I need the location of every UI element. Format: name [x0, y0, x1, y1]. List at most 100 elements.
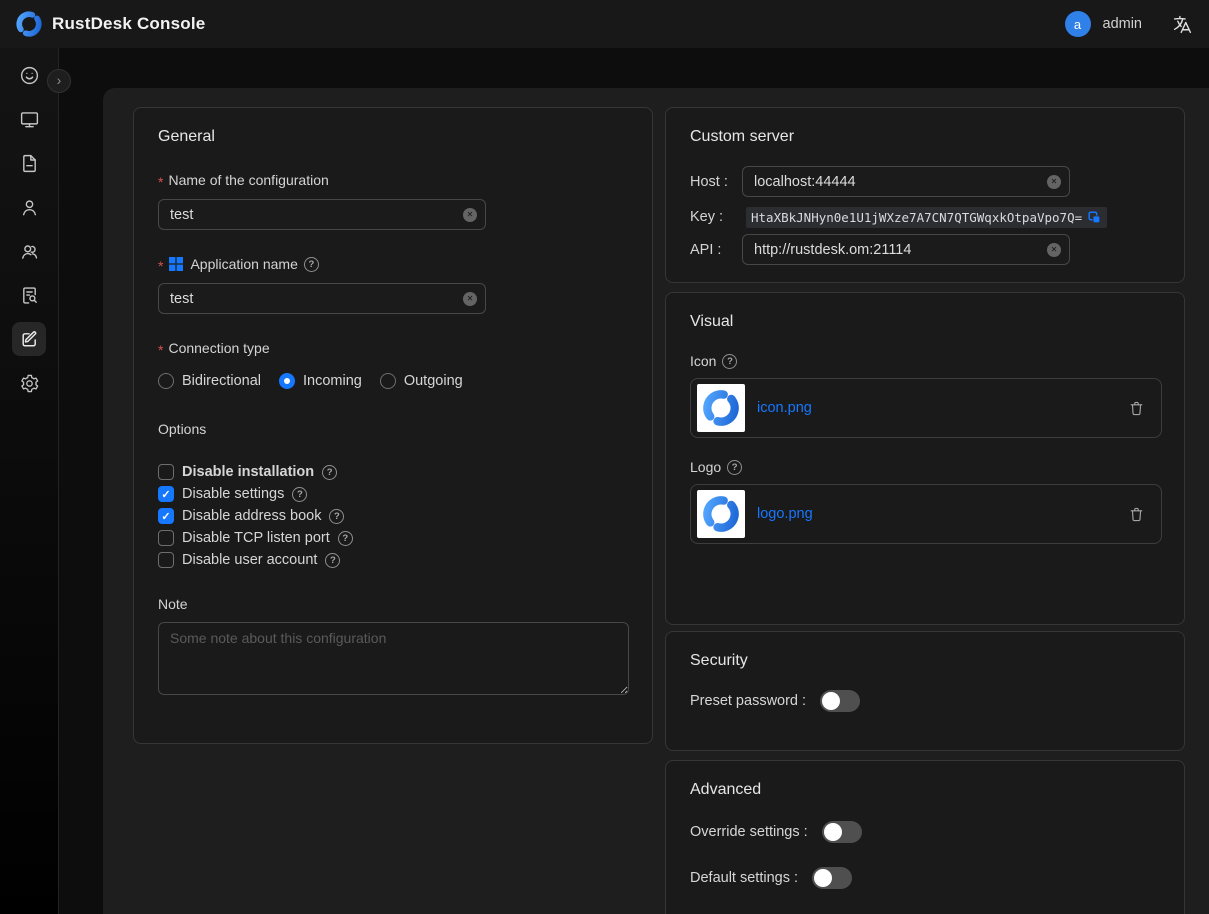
copy-icon[interactable] — [1087, 210, 1102, 225]
smiley-icon — [19, 65, 40, 86]
key-label: Key : — [690, 209, 742, 225]
clear-icon[interactable]: ✕ — [1047, 175, 1061, 189]
chevron-right-icon: › — [57, 73, 62, 87]
username[interactable]: admin — [1103, 16, 1143, 32]
api-input[interactable] — [742, 234, 1070, 265]
sidebar-item-groups[interactable] — [0, 229, 58, 273]
sidebar-collapse-button[interactable]: › — [47, 69, 71, 93]
clear-icon[interactable]: ✕ — [463, 208, 477, 222]
icon-upload-row: icon.png — [690, 378, 1162, 438]
logo-thumbnail — [697, 490, 745, 538]
radio-bidirectional[interactable]: Bidirectional — [158, 373, 261, 389]
visual-card: Visual Icon ? icon.png — [665, 292, 1185, 625]
edit-square-icon — [19, 329, 40, 350]
trash-icon[interactable] — [1128, 400, 1145, 417]
override-settings-toggle[interactable] — [822, 821, 862, 843]
sidebar-item-audit[interactable] — [0, 273, 58, 317]
advanced-title: Advanced — [690, 781, 1160, 799]
radio-incoming[interactable]: Incoming — [279, 373, 362, 389]
icon-thumbnail — [697, 384, 745, 432]
checkbox-icon: ✓ — [158, 530, 174, 546]
clear-icon[interactable]: ✕ — [1047, 243, 1061, 257]
radio-outgoing[interactable]: Outgoing — [380, 373, 463, 389]
note-textarea[interactable] — [158, 622, 629, 695]
icon-upload-label: Icon ? — [690, 353, 1160, 369]
advanced-card: Advanced Override settings : Default set… — [665, 760, 1185, 914]
top-navbar: RustDesk Console a admin — [0, 0, 1209, 48]
options-label: Options — [158, 421, 628, 437]
name-input[interactable] — [158, 199, 486, 230]
checkbox-icon: ✓ — [158, 486, 174, 502]
default-settings-toggle[interactable] — [812, 867, 852, 889]
user-group-icon — [19, 241, 40, 262]
help-icon[interactable]: ? — [329, 509, 344, 524]
app-name-input-wrap: ✕ — [158, 283, 486, 314]
host-label: Host : — [690, 174, 742, 190]
override-settings-label: Override settings : — [690, 824, 808, 840]
api-input-wrap: ✕ — [742, 234, 1070, 265]
note-label: Note — [158, 596, 628, 612]
override-settings-row: Override settings : — [690, 821, 1160, 843]
main-panel: General * Name of the configuration ✕ * … — [103, 88, 1209, 914]
checkbox-disable-address-book[interactable]: ✓ Disable address book ? — [158, 505, 628, 527]
help-icon[interactable]: ? — [304, 257, 319, 272]
connection-type-label: * Connection type — [158, 340, 628, 356]
help-icon[interactable]: ? — [338, 531, 353, 546]
app-title: RustDesk Console — [52, 14, 205, 34]
preset-password-toggle[interactable] — [820, 690, 860, 712]
logo-upload-label: Logo ? — [690, 459, 1160, 475]
required-marker: * — [158, 342, 163, 358]
document-icon — [19, 153, 40, 174]
checkbox-icon: ✓ — [158, 552, 174, 568]
avatar[interactable]: a — [1065, 11, 1091, 37]
host-input[interactable] — [742, 166, 1070, 197]
preset-password-label: Preset password : — [690, 693, 806, 709]
monitor-icon — [19, 109, 40, 130]
custom-server-card: Custom server Host : ✕ Key : HtaXBkJNHyn… — [665, 107, 1185, 283]
host-row: Host : ✕ — [690, 166, 1160, 197]
help-icon[interactable]: ? — [292, 487, 307, 502]
default-settings-row: Default settings : — [690, 867, 1160, 889]
default-settings-label: Default settings : — [690, 870, 798, 886]
server-key-value: HtaXBkJNHyn0e1U1jWXze7A7CN7QTGWqxkOtpaVp… — [746, 207, 1107, 228]
sidebar-item-custom-clients[interactable] — [0, 317, 58, 361]
visual-title: Visual — [690, 313, 1160, 331]
sidebar-item-users[interactable] — [0, 185, 58, 229]
host-input-wrap: ✕ — [742, 166, 1070, 197]
trash-icon[interactable] — [1128, 506, 1145, 523]
user-icon — [19, 197, 40, 218]
help-icon[interactable]: ? — [325, 553, 340, 568]
security-title: Security — [690, 652, 1160, 670]
checkbox-disable-installation[interactable]: ✓ Disable installation ? — [158, 461, 628, 483]
sidebar-item-documents[interactable] — [0, 141, 58, 185]
general-card: General * Name of the configuration ✕ * … — [133, 107, 653, 744]
required-marker: * — [158, 174, 163, 190]
help-icon[interactable]: ? — [722, 354, 737, 369]
clear-icon[interactable]: ✕ — [463, 292, 477, 306]
sidebar-item-devices[interactable] — [0, 97, 58, 141]
help-icon[interactable]: ? — [322, 465, 337, 480]
preset-password-row: Preset password : — [690, 690, 1160, 712]
brand: RustDesk Console — [16, 11, 205, 37]
gear-icon — [19, 373, 40, 394]
api-row: API : ✕ — [690, 234, 1160, 265]
windows-logo-icon — [168, 256, 184, 272]
icon-file-link[interactable]: icon.png — [757, 400, 1128, 416]
right-column: Custom server Host : ✕ Key : HtaXBkJNHyn… — [665, 107, 1185, 914]
radio-circle-icon — [279, 373, 295, 389]
general-title: General — [158, 128, 628, 146]
radio-circle-icon — [380, 373, 396, 389]
translate-icon[interactable] — [1172, 14, 1193, 35]
checkbox-disable-user-account[interactable]: ✓ Disable user account ? — [158, 549, 628, 571]
logo-file-link[interactable]: logo.png — [757, 506, 1128, 522]
key-row: Key : HtaXBkJNHyn0e1U1jWXze7A7CN7QTGWqxk… — [690, 206, 1160, 228]
app-name-input[interactable] — [158, 283, 486, 314]
sidebar — [0, 48, 59, 914]
api-label: API : — [690, 242, 742, 258]
checkbox-disable-tcp-listen-port[interactable]: ✓ Disable TCP listen port ? — [158, 527, 628, 549]
checkbox-disable-settings[interactable]: ✓ Disable settings ? — [158, 483, 628, 505]
help-icon[interactable]: ? — [727, 460, 742, 475]
audit-log-icon — [19, 285, 40, 306]
sidebar-item-settings[interactable] — [0, 361, 58, 405]
custom-server-title: Custom server — [690, 128, 1160, 146]
